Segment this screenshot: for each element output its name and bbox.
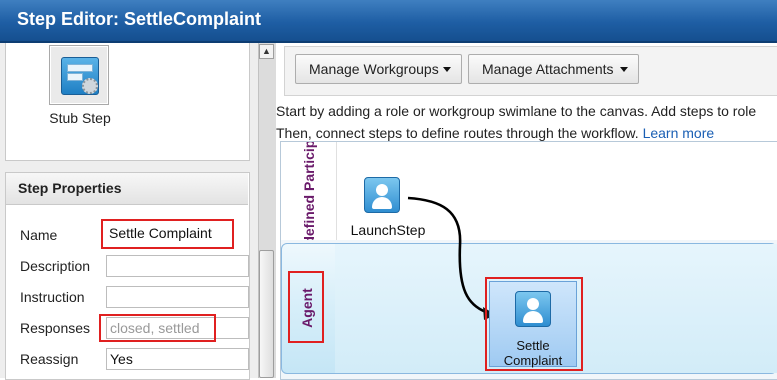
settle-complaint-highlight — [485, 277, 583, 371]
person-icon-head — [376, 184, 388, 196]
launch-step-label: LaunchStep — [350, 222, 426, 238]
person-icon-body — [372, 197, 392, 209]
launch-step-node[interactable] — [364, 177, 400, 213]
